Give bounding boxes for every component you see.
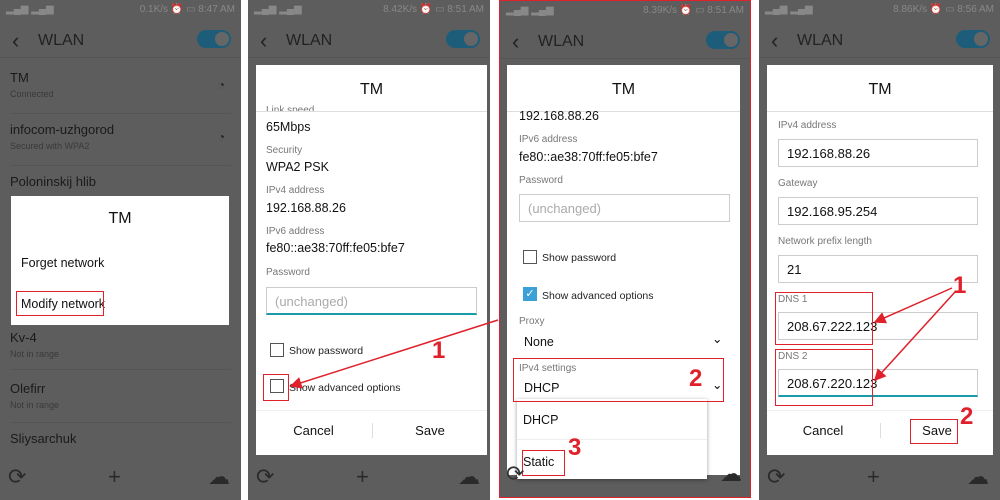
highlight-box bbox=[263, 374, 289, 401]
security-label: Security bbox=[266, 145, 303, 156]
page-title: WLAN bbox=[538, 33, 585, 50]
panel-advanced-options: ▂▄▆ ▂▄▆ 8.39K/s ⏰ ▭ 8:51 AM ‹ WLAN TM 192.… bbox=[499, 0, 751, 498]
page-title: WLAN bbox=[286, 32, 333, 49]
dialog-title: TM bbox=[359, 81, 384, 98]
proxy-select[interactable]: None bbox=[524, 335, 554, 349]
wifi-lock-icon: ◔ bbox=[217, 78, 225, 92]
cancel-button[interactable]: Cancel bbox=[767, 423, 879, 438]
ipv6-label: IPv6 address bbox=[519, 134, 578, 145]
panel-network-details: ▂▄▆ ▂▄▆ 8.42K/s ⏰ ▭ 8:51 AM ‹ WLAN TM Link… bbox=[248, 0, 490, 500]
back-icon[interactable]: ‹ bbox=[771, 28, 778, 54]
page-title: WLAN bbox=[797, 32, 844, 49]
dialog-title: TM bbox=[611, 81, 636, 98]
network-item[interactable]: Sliysarchuk bbox=[10, 431, 231, 455]
password-label: Password bbox=[266, 267, 310, 278]
refresh-icon[interactable]: ⟳ bbox=[506, 461, 524, 487]
status-bar: ▂▄▆ ▂▄▆ 8.86K/s ⏰ ▭ 8:56 AM bbox=[765, 4, 994, 15]
add-icon[interactable]: + bbox=[356, 464, 369, 490]
highlight-box bbox=[16, 291, 104, 316]
panel-wlan-list: ▂▄▆ ▂▄▆ 0.1K/s ⏰ ▭ 8:47 AM ‹ WLAN TM Connec… bbox=[0, 0, 241, 500]
link-speed-label: Link speed bbox=[266, 105, 315, 111]
add-icon[interactable]: + bbox=[867, 464, 880, 490]
password-input[interactable]: (unchanged) bbox=[266, 287, 477, 315]
wlan-toggle[interactable] bbox=[706, 31, 740, 49]
refresh-icon[interactable]: ⟳ bbox=[767, 464, 785, 490]
chevron-down-icon: ⌄ bbox=[712, 332, 723, 346]
step-number: 1 bbox=[953, 272, 967, 299]
cloud-sync-icon[interactable]: ☁ bbox=[208, 464, 230, 490]
network-item[interactable]: Kv-4 Not in range bbox=[10, 330, 231, 370]
show-password-label: Show password bbox=[289, 345, 364, 357]
step-number: 1 bbox=[432, 337, 446, 364]
highlight-box bbox=[775, 292, 873, 345]
network-item[interactable]: Olefirr Not in range bbox=[10, 381, 231, 423]
ipv6-value: fe80::ae38:70ff:fe05:bfe7 bbox=[266, 241, 405, 255]
highlight-box bbox=[910, 419, 958, 444]
panel-static-ip: ▂▄▆ ▂▄▆ 8.86K/s ⏰ ▭ 8:56 AM ‹ WLAN TM IPv4… bbox=[759, 0, 1000, 500]
ipv6-label: IPv6 address bbox=[266, 226, 325, 237]
prefix-input[interactable]: 21 bbox=[778, 255, 978, 283]
gateway-label: Gateway bbox=[778, 178, 818, 189]
wlan-toggle[interactable] bbox=[446, 30, 480, 48]
dialog-title: TM bbox=[868, 81, 892, 98]
ipv4-input[interactable]: 192.168.88.26 bbox=[778, 139, 978, 167]
proxy-label: Proxy bbox=[519, 316, 545, 327]
step-number: 2 bbox=[960, 403, 974, 430]
back-icon[interactable]: ‹ bbox=[260, 28, 267, 54]
cloud-sync-icon[interactable]: ☁ bbox=[458, 464, 480, 490]
show-password-label: Show password bbox=[542, 252, 617, 264]
ipv6-value: fe80::ae38:70ff:fe05:bfe7 bbox=[519, 150, 658, 164]
refresh-icon[interactable]: ⟳ bbox=[256, 464, 274, 490]
page-title: WLAN bbox=[38, 32, 85, 49]
highlight-box bbox=[775, 349, 873, 406]
ipv4-value: 192.168.88.26 bbox=[266, 201, 346, 215]
prefix-label: Network prefix length bbox=[778, 236, 872, 247]
forget-network-item[interactable]: Forget network bbox=[21, 256, 104, 270]
gateway-input[interactable]: 192.168.95.254 bbox=[778, 197, 978, 225]
show-advanced-label: Show advanced options bbox=[542, 290, 654, 302]
dialog-title: TM bbox=[108, 210, 132, 227]
back-icon[interactable]: ‹ bbox=[512, 29, 519, 55]
cloud-sync-icon[interactable]: ☁ bbox=[720, 461, 742, 487]
password-input[interactable]: (unchanged) bbox=[519, 194, 730, 222]
ipv4-label: IPv4 address bbox=[266, 185, 325, 196]
status-bar: ▂▄▆ ▂▄▆ 0.1K/s ⏰ ▭ 8:47 AM bbox=[6, 4, 235, 15]
cloud-sync-icon[interactable]: ☁ bbox=[967, 464, 989, 490]
password-label: Password bbox=[519, 175, 563, 186]
security-value: WPA2 PSK bbox=[266, 160, 329, 174]
step-number: 2 bbox=[689, 365, 703, 392]
ipv4-value: 192.168.88.26 bbox=[519, 109, 599, 121]
cancel-button[interactable]: Cancel bbox=[256, 423, 371, 438]
wlan-toggle[interactable] bbox=[956, 30, 990, 48]
show-advanced-checkbox[interactable]: ✓ bbox=[523, 287, 537, 301]
refresh-icon[interactable]: ⟳ bbox=[8, 464, 26, 490]
status-bar: ▂▄▆ ▂▄▆ 8.42K/s ⏰ ▭ 8:51 AM bbox=[254, 4, 484, 15]
option-dhcp[interactable]: DHCP bbox=[523, 413, 558, 427]
link-speed-value: 65Mbps bbox=[266, 120, 311, 134]
wlan-toggle[interactable] bbox=[197, 30, 231, 48]
network-dialog: TM Link speed 65Mbps Security WPA2 PSK I… bbox=[256, 65, 487, 455]
network-item[interactable]: TM Connected ◔ bbox=[10, 70, 231, 114]
ipv4-label: IPv4 address bbox=[778, 120, 837, 131]
network-item[interactable]: infocom-uzhgorod Secured with WPA2 ◔ bbox=[10, 122, 231, 166]
save-button[interactable]: Save bbox=[372, 423, 487, 438]
wifi-lock-icon: ◔ bbox=[217, 130, 225, 144]
back-icon[interactable]: ‹ bbox=[12, 28, 19, 54]
show-password-checkbox[interactable] bbox=[523, 250, 537, 264]
show-password-checkbox[interactable] bbox=[270, 343, 284, 357]
add-icon[interactable]: + bbox=[108, 464, 121, 490]
status-bar: ▂▄▆ ▂▄▆ 8.39K/s ⏰ ▭ 8:51 AM bbox=[506, 5, 744, 16]
show-advanced-label: Show advanced options bbox=[289, 382, 401, 394]
